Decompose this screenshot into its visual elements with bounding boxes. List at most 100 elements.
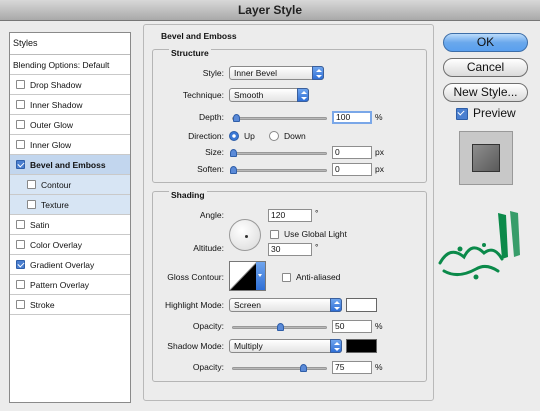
anti-aliased-label[interactable]: Anti-aliased <box>296 272 340 282</box>
style-list-item[interactable]: Contour <box>10 175 130 195</box>
style-list-item[interactable]: Bevel and Emboss <box>10 155 130 175</box>
select-arrows-icon <box>330 339 342 353</box>
highlight-opacity-slider[interactable] <box>232 323 327 331</box>
style-list-item[interactable]: Blending Options: Default <box>10 55 130 75</box>
size-field[interactable]: 0 <box>332 146 372 159</box>
preview-checkbox[interactable] <box>456 108 468 120</box>
styles-header[interactable]: Styles <box>10 33 130 55</box>
contour-curve-icon <box>230 262 257 290</box>
direction-up-radio[interactable] <box>229 131 239 141</box>
style-list-item[interactable]: Outer Glow <box>10 115 130 135</box>
style-list-item[interactable]: Texture <box>10 195 130 215</box>
style-list-item[interactable]: Color Overlay <box>10 235 130 255</box>
style-item-label: Gradient Overlay <box>30 259 95 270</box>
shadow-color-swatch[interactable] <box>346 339 377 353</box>
contour-dropdown-icon[interactable] <box>256 262 265 290</box>
structure-group: Structure Style: Inner Bevel Technique: … <box>152 48 427 183</box>
soften-slider-thumb[interactable] <box>230 166 237 174</box>
use-global-light-label[interactable]: Use Global Light <box>284 229 347 239</box>
ok-button[interactable]: OK <box>443 33 528 52</box>
styles-list-panel: Styles Blending Options: Default Drop Sha… <box>9 32 131 403</box>
style-item-label: Texture <box>41 199 69 210</box>
altitude-field[interactable]: 30 <box>268 243 312 256</box>
highlight-opacity-field[interactable]: 50 <box>332 320 372 333</box>
soften-label: Soften: <box>197 164 224 174</box>
style-list-item[interactable]: Inner Shadow <box>10 95 130 115</box>
style-checkbox[interactable] <box>16 160 25 169</box>
style-item-label: Satin <box>30 219 50 230</box>
angle-dial[interactable] <box>229 219 261 251</box>
styles-items: Blending Options: Default Drop Shadow Inne… <box>10 55 130 315</box>
structure-title: Structure <box>169 48 211 58</box>
style-checkbox[interactable] <box>16 140 25 149</box>
depth-slider-thumb[interactable] <box>232 114 240 122</box>
soften-slider[interactable] <box>230 166 327 174</box>
style-item-label: Bevel and Emboss <box>30 159 106 170</box>
size-slider[interactable] <box>230 149 327 157</box>
anti-aliased-checkbox[interactable] <box>282 273 291 282</box>
highlight-mode-value: Screen <box>234 300 261 310</box>
highlight-opacity-thumb[interactable] <box>276 323 284 331</box>
style-checkbox[interactable] <box>27 200 36 209</box>
select-arrows-icon <box>330 298 342 312</box>
size-label: Size: <box>205 147 224 157</box>
shadow-opacity-thumb[interactable] <box>299 364 307 372</box>
style-checkbox[interactable] <box>16 240 25 249</box>
gloss-contour-label: Gloss Contour: <box>167 272 224 282</box>
style-preview-thumbnail <box>459 131 513 185</box>
style-checkbox[interactable] <box>16 120 25 129</box>
shadow-opacity-label: Opacity: <box>192 362 224 372</box>
gloss-contour-picker[interactable] <box>229 261 266 291</box>
style-checkbox[interactable] <box>16 220 25 229</box>
style-checkbox[interactable] <box>16 280 25 289</box>
altitude-unit: ° <box>315 242 319 252</box>
soften-unit: px <box>375 164 384 174</box>
watermark-logo <box>438 211 520 280</box>
size-slider-thumb[interactable] <box>230 149 237 157</box>
style-list-item[interactable]: Gradient Overlay <box>10 255 130 275</box>
style-select-value: Inner Bevel <box>234 68 277 78</box>
depth-slider[interactable] <box>232 114 327 122</box>
shadow-mode-select[interactable]: Multiply <box>229 339 342 353</box>
select-arrows-icon <box>312 66 324 80</box>
style-checkbox[interactable] <box>16 260 25 269</box>
highlight-color-swatch[interactable] <box>346 298 377 312</box>
direction-up-label[interactable]: Up <box>244 131 255 141</box>
technique-label: Technique: <box>182 90 224 100</box>
style-list-item[interactable]: Stroke <box>10 295 130 315</box>
style-label: Style: <box>202 68 224 78</box>
select-arrows-icon <box>297 88 309 102</box>
new-style-button[interactable]: New Style... <box>443 83 528 102</box>
technique-select[interactable]: Smooth <box>229 88 309 102</box>
angle-field[interactable]: 120 <box>268 209 312 222</box>
style-item-label: Inner Shadow <box>30 99 83 110</box>
direction-down-label[interactable]: Down <box>284 131 306 141</box>
use-global-light-checkbox[interactable] <box>270 230 279 239</box>
altitude-label: Altitude: <box>193 243 224 253</box>
direction-label: Direction: <box>188 131 224 141</box>
style-item-label: Contour <box>41 179 72 190</box>
depth-field[interactable]: 100 <box>332 111 372 124</box>
style-list-item[interactable]: Inner Glow <box>10 135 130 155</box>
angle-unit: ° <box>315 208 319 218</box>
angle-dial-center-icon <box>245 235 248 238</box>
soften-field[interactable]: 0 <box>332 163 372 176</box>
preview-label[interactable]: Preview <box>473 106 516 120</box>
shadow-opacity-slider[interactable] <box>232 364 327 372</box>
style-list-item[interactable]: Drop Shadow <box>10 75 130 95</box>
style-checkbox[interactable] <box>16 80 25 89</box>
depth-label: Depth: <box>198 112 224 122</box>
style-checkbox[interactable] <box>27 180 36 189</box>
shadow-mode-value: Multiply <box>234 341 263 351</box>
style-list-item[interactable]: Pattern Overlay <box>10 275 130 295</box>
style-select[interactable]: Inner Bevel <box>229 66 324 80</box>
preview-swatch <box>472 144 500 172</box>
style-list-item[interactable]: Satin <box>10 215 130 235</box>
highlight-opacity-label: Opacity: <box>192 321 224 331</box>
direction-down-radio[interactable] <box>269 131 279 141</box>
shadow-opacity-field[interactable]: 75 <box>332 361 372 374</box>
cancel-button[interactable]: Cancel <box>443 58 528 77</box>
style-checkbox[interactable] <box>16 100 25 109</box>
style-checkbox[interactable] <box>16 300 25 309</box>
highlight-mode-select[interactable]: Screen <box>229 298 342 312</box>
